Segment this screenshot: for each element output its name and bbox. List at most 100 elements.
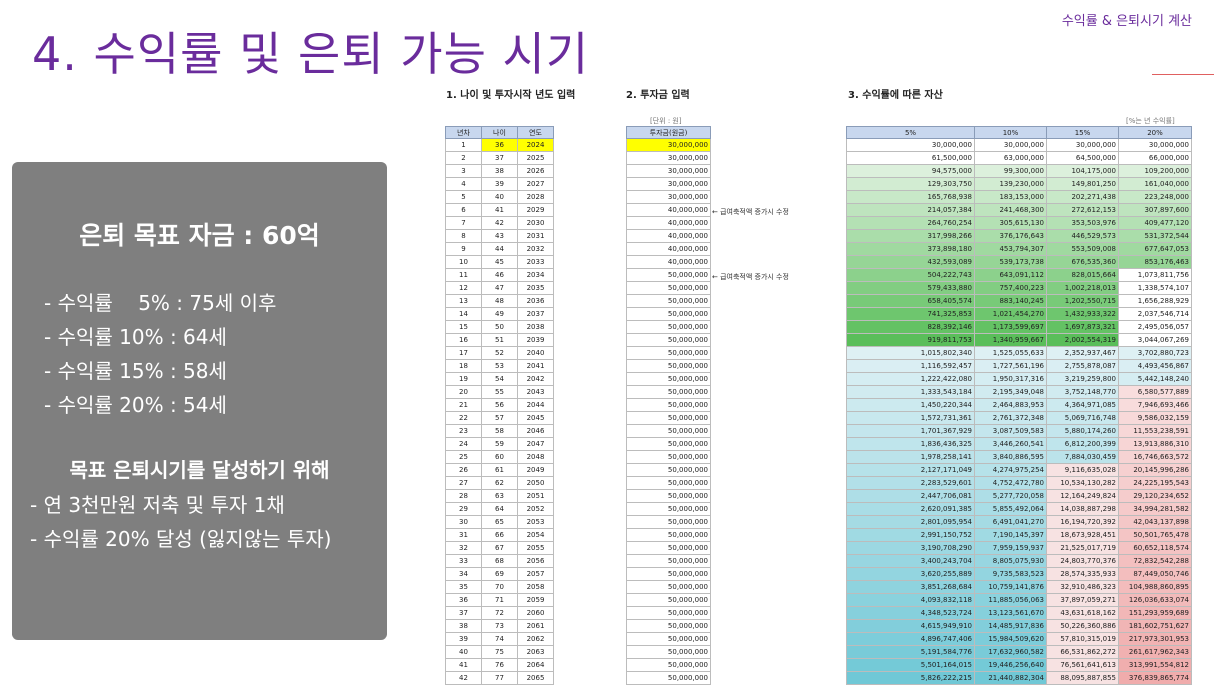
note-salary-increase: ← 급여축적액 증가시 수정 bbox=[712, 208, 789, 216]
year-cell: 2059 bbox=[517, 593, 554, 607]
asset-cell: 4,896,747,406 bbox=[846, 632, 975, 646]
year-num-cell: 31 bbox=[445, 528, 482, 542]
year-num-cell: 15 bbox=[445, 320, 482, 334]
asset-cell: 149,801,250 bbox=[1046, 177, 1119, 191]
investment-cell: 50,000,000 bbox=[626, 437, 711, 451]
table-row: 2,801,095,954 6,491,041,270 16,194,720,392… bbox=[846, 515, 1192, 529]
investment-cell: 50,000,000 bbox=[626, 528, 711, 542]
asset-cell: 139,230,000 bbox=[974, 177, 1047, 191]
table-row: 50,000,000 bbox=[626, 489, 711, 503]
table-row: 30,000,000 bbox=[626, 151, 711, 165]
age-cell: 39 bbox=[481, 177, 518, 191]
table-row: 26 61 2049 bbox=[445, 463, 554, 477]
table-row: 373,898,180 453,794,307 553,509,008 677,647… bbox=[846, 242, 1192, 256]
asset-cell: 2,620,091,385 bbox=[846, 502, 975, 516]
asset-cell: 373,898,180 bbox=[846, 242, 975, 256]
year-num-cell: 11 bbox=[445, 268, 482, 282]
investment-cell: 50,000,000 bbox=[626, 294, 711, 308]
year-num-cell: 22 bbox=[445, 411, 482, 425]
age-cell: 44 bbox=[481, 242, 518, 256]
asset-cell: 261,617,962,343 bbox=[1118, 645, 1192, 659]
table-row: 50,000,000 bbox=[626, 320, 711, 334]
year-cell: 2026 bbox=[517, 164, 554, 178]
asset-cell: 317,998,266 bbox=[846, 229, 975, 243]
year-cell: 2033 bbox=[517, 255, 554, 269]
asset-cell: 8,805,075,930 bbox=[974, 554, 1047, 568]
asset-cell: 151,293,959,689 bbox=[1118, 606, 1192, 620]
table-row: 3,851,268,684 10,759,141,876 32,910,486,32… bbox=[846, 580, 1192, 594]
table-row: 35 70 2058 bbox=[445, 580, 554, 594]
col-header-rate-20: 20% bbox=[1118, 126, 1192, 139]
asset-cell: 5,191,584,776 bbox=[846, 645, 975, 659]
asset-cell: 553,509,008 bbox=[1046, 242, 1119, 256]
investment-cell: 30,000,000 bbox=[626, 138, 711, 152]
asset-cell: 376,176,643 bbox=[974, 229, 1047, 243]
year-cell: 2056 bbox=[517, 554, 554, 568]
summary-box: 은퇴 목표 자금 : 60억 - 수익률 5% : 75세 이후 - 수익률 1… bbox=[12, 162, 387, 640]
year-cell: 2040 bbox=[517, 346, 554, 360]
asset-cell: 1,450,220,344 bbox=[846, 398, 975, 412]
asset-cell: 76,561,641,613 bbox=[1046, 658, 1119, 672]
table-row: 50,000,000 bbox=[626, 515, 711, 529]
year-cell: 2050 bbox=[517, 476, 554, 490]
asset-cell: 2,195,349,048 bbox=[974, 385, 1047, 399]
year-num-cell: 32 bbox=[445, 541, 482, 555]
asset-cell: 1,340,959,667 bbox=[974, 333, 1047, 347]
asset-cell: 66,000,000 bbox=[1118, 151, 1192, 165]
asset-cell: 1,950,317,316 bbox=[974, 372, 1047, 386]
year-num-cell: 37 bbox=[445, 606, 482, 620]
page-title: 4. 수익률 및 은퇴 가능 시기 bbox=[32, 27, 590, 81]
asset-cell: 3,087,509,583 bbox=[974, 424, 1047, 438]
asset-cell: 2,801,095,954 bbox=[846, 515, 975, 529]
asset-cell: 223,248,000 bbox=[1118, 190, 1192, 204]
investment-cell: 50,000,000 bbox=[626, 463, 711, 477]
unit-label: [단위 : 원] bbox=[650, 117, 682, 125]
asset-cell: 676,535,360 bbox=[1046, 255, 1119, 269]
asset-cell: 3,190,708,290 bbox=[846, 541, 975, 555]
investment-cell: 30,000,000 bbox=[626, 177, 711, 191]
asset-cell: 18,673,928,451 bbox=[1046, 528, 1119, 542]
table-row: 658,405,574 883,140,245 1,202,550,715 1,656… bbox=[846, 294, 1192, 308]
age-cell: 69 bbox=[481, 567, 518, 581]
age-cell: 45 bbox=[481, 255, 518, 269]
age-cell: 75 bbox=[481, 645, 518, 659]
asset-cell: 57,810,315,019 bbox=[1046, 632, 1119, 646]
asset-cell: 2,761,372,348 bbox=[974, 411, 1047, 425]
table-row: 33 68 2056 bbox=[445, 554, 554, 568]
asset-cell: 28,574,335,933 bbox=[1046, 567, 1119, 581]
table-row: 2,127,171,049 4,274,975,254 9,116,635,028 2… bbox=[846, 463, 1192, 477]
age-cell: 53 bbox=[481, 359, 518, 373]
investment-cell: 50,000,000 bbox=[626, 307, 711, 321]
year-num-cell: 34 bbox=[445, 567, 482, 581]
year-num-cell: 12 bbox=[445, 281, 482, 295]
col-header-year: 연도 bbox=[517, 126, 554, 139]
year-cell: 2061 bbox=[517, 619, 554, 633]
year-num-cell: 42 bbox=[445, 671, 482, 685]
table-row: 741,325,853 1,021,454,270 1,432,933,322 2,0… bbox=[846, 307, 1192, 321]
asset-cell: 658,405,574 bbox=[846, 294, 975, 308]
year-cell: 2064 bbox=[517, 658, 554, 672]
table-row: 50,000,000 bbox=[626, 567, 711, 581]
age-cell: 72 bbox=[481, 606, 518, 620]
asset-cell: 2,447,706,081 bbox=[846, 489, 975, 503]
asset-cell: 87,449,050,746 bbox=[1118, 567, 1192, 581]
age-cell: 66 bbox=[481, 528, 518, 542]
table-row: 40,000,000 bbox=[626, 216, 711, 230]
asset-cell: 9,116,635,028 bbox=[1046, 463, 1119, 477]
investment-cell: 50,000,000 bbox=[626, 619, 711, 633]
unit-rate-label: [%는 년 수익률] bbox=[1126, 117, 1175, 125]
table-row: 50,000,000 bbox=[626, 671, 711, 685]
table-row: 5 40 2028 bbox=[445, 190, 554, 204]
table-row: 2,283,529,601 4,752,472,780 10,534,130,282… bbox=[846, 476, 1192, 490]
table-row: 18 53 2041 bbox=[445, 359, 554, 373]
asset-cell: 432,593,089 bbox=[846, 255, 975, 269]
asset-cell: 183,153,000 bbox=[974, 190, 1047, 204]
year-num-cell: 26 bbox=[445, 463, 482, 477]
age-cell: 58 bbox=[481, 424, 518, 438]
age-cell: 40 bbox=[481, 190, 518, 204]
investment-cell: 30,000,000 bbox=[626, 190, 711, 204]
asset-cell: 1,697,873,321 bbox=[1046, 320, 1119, 334]
table-row: 1 36 2024 bbox=[445, 138, 554, 152]
table-row: 50,000,000 bbox=[626, 450, 711, 464]
age-cell: 42 bbox=[481, 216, 518, 230]
